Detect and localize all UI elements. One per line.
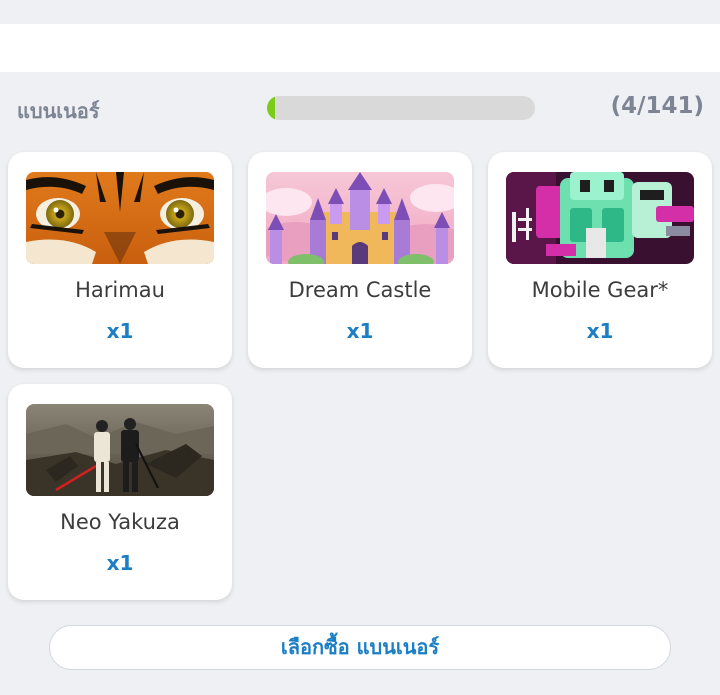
banner-image-mobile-gear	[506, 172, 694, 264]
banner-image-neo-yakuza	[26, 404, 214, 496]
section-title: แบนเนอร์	[17, 99, 100, 123]
banner-card-dream-castle[interactable]: Dream Castle x1	[248, 152, 472, 368]
banner-quantity: x1	[106, 319, 134, 343]
banner-name: Harimau	[75, 278, 165, 302]
banner-section-header: แบนเนอร์ (4/141)	[0, 84, 720, 132]
banner-name: Neo Yakuza	[60, 510, 180, 534]
banner-name: Dream Castle	[288, 278, 432, 302]
collection-progress-count: (4/141)	[610, 93, 704, 119]
banner-card-mobile-gear[interactable]: Mobile Gear* x1	[488, 152, 712, 368]
banner-image-dream-castle	[266, 172, 454, 264]
collection-progress-bar	[267, 96, 535, 120]
banner-quantity: x1	[346, 319, 374, 343]
banner-quantity: x1	[586, 319, 614, 343]
top-bar	[0, 24, 720, 72]
banner-name: Mobile Gear*	[531, 278, 669, 302]
banner-card-neo-yakuza[interactable]: Neo Yakuza x1	[8, 384, 232, 600]
banner-quantity: x1	[106, 551, 134, 575]
collection-progress-fill	[267, 96, 275, 120]
banner-image-harimau	[26, 172, 214, 264]
banner-card-harimau[interactable]: Harimau x1	[8, 152, 232, 368]
shop-banners-button[interactable]: เลือกซื้อ แบนเนอร์	[49, 625, 671, 670]
